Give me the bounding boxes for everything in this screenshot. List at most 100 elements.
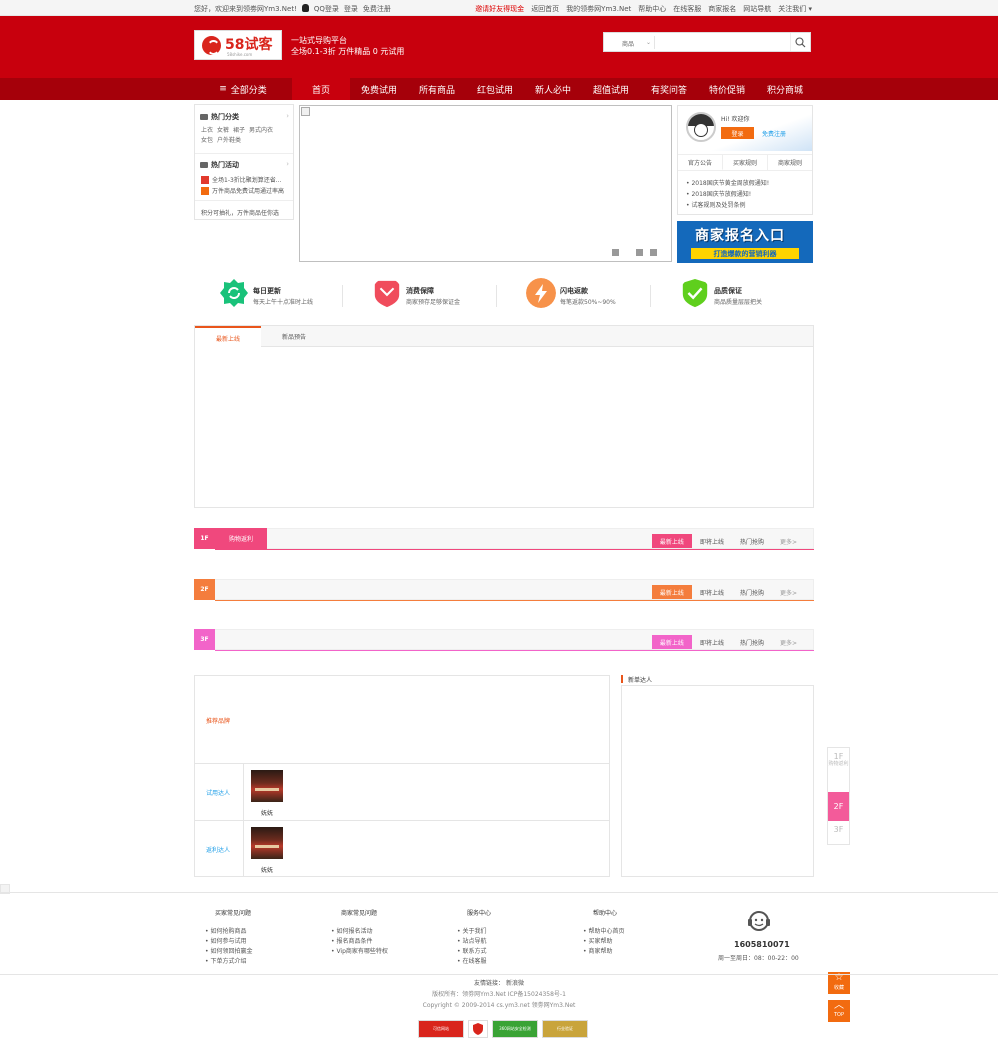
main-banner[interactable]: [299, 105, 672, 262]
industry-verify-badge[interactable]: 行业验证: [542, 1020, 588, 1038]
product-name[interactable]: 妩妩: [251, 865, 283, 874]
merchant-apply-banner[interactable]: 商家报名入口 打造爆款的营销利器: [677, 221, 813, 263]
trusted-site-badge[interactable]: 可信网站: [418, 1020, 464, 1038]
floor-more-link[interactable]: 更多>: [772, 534, 805, 548]
slogan-line-2: 全场0.1-3折 万件精品 0 元试用: [291, 47, 405, 56]
floor-underline: [215, 650, 814, 651]
footer-link[interactable]: 关于我们: [457, 927, 491, 937]
tab-merchant-rules[interactable]: 商家规则: [768, 155, 812, 170]
floor-tab-upcoming[interactable]: 即将上线: [692, 635, 732, 649]
floor-nav-3[interactable]: 3F: [828, 819, 849, 848]
login-link[interactable]: 登录: [344, 4, 358, 14]
invite-friends-link[interactable]: 邀请好友得现金: [475, 4, 524, 14]
activity-item[interactable]: 全场1-3折比聚划算还省...: [201, 175, 282, 184]
floor-nav-2[interactable]: 2F: [828, 792, 849, 821]
tab-preview[interactable]: 新品预告: [261, 326, 327, 347]
footer-link[interactable]: 帮助中心首页: [583, 927, 624, 937]
copyright-text: Copyright © 2009-2014 cs.ym3.net 领劵网Ym3.…: [422, 1002, 576, 1009]
floor-tab-upcoming[interactable]: 即将上线: [692, 585, 732, 599]
nav-item-home[interactable]: 首页: [292, 78, 350, 100]
category-link[interactable]: 男式内衣: [249, 127, 273, 134]
tab-buyer-rules[interactable]: 买家规则: [723, 155, 768, 170]
activity-item[interactable]: 万件商品免费试用通过率高: [201, 186, 284, 195]
register-link[interactable]: 免费注册: [363, 4, 391, 14]
search-button[interactable]: [790, 33, 810, 51]
nav-item-newbie[interactable]: 新人必中: [524, 78, 582, 100]
tab-latest[interactable]: 最新上线: [195, 326, 261, 348]
guard-badge[interactable]: [468, 1020, 488, 1038]
floor-more-link[interactable]: 更多>: [772, 585, 805, 599]
footer-link[interactable]: 商家帮助: [583, 947, 624, 957]
nav-item-quiz[interactable]: 有奖问答: [640, 78, 698, 100]
category-link[interactable]: 女包: [201, 137, 213, 144]
category-link[interactable]: 上衣: [201, 127, 213, 134]
floor-tab-latest[interactable]: 最新上线: [651, 534, 692, 548]
floor-more-link[interactable]: 更多>: [772, 635, 805, 649]
notice-item[interactable]: 试客规则及处罚条例: [686, 200, 769, 211]
footer-link[interactable]: 报名商品条件: [331, 937, 388, 947]
floor-tab-hot[interactable]: 热门抢购: [732, 635, 772, 649]
site-nav-link[interactable]: 网站导航: [743, 4, 771, 14]
floor-tab-latest[interactable]: 最新上线: [651, 635, 692, 649]
shield-badge-icon: [473, 1023, 483, 1035]
category-link[interactable]: 户外鞋类: [217, 137, 241, 144]
footer-link[interactable]: 下单方式介绍: [205, 957, 252, 967]
friend-link[interactable]: 新浪微: [506, 980, 524, 987]
footer-link[interactable]: 如何报名活动: [331, 927, 388, 937]
nav-item-points-mall[interactable]: 积分商城: [756, 78, 814, 100]
category-link[interactable]: 女裤: [217, 127, 229, 134]
floor-tabs: 最新上线 即将上线 热门抢购 更多>: [651, 635, 805, 649]
nav-item-promotion[interactable]: 特价促销: [698, 78, 756, 100]
qq-login-link[interactable]: QQ登录: [314, 4, 339, 14]
footer-link[interactable]: 买家帮助: [583, 937, 624, 947]
all-categories-button[interactable]: ≡ 全部分类: [194, 78, 292, 100]
footer-link[interactable]: 如何参与试用: [205, 937, 252, 947]
product-thumbnail[interactable]: [251, 827, 283, 859]
floor-tabs: 最新上线 即将上线 热门抢购 更多>: [651, 585, 805, 599]
footer-link[interactable]: 站点导航: [457, 937, 491, 947]
tab-official-notice[interactable]: 官方公告: [678, 155, 723, 170]
home-link[interactable]: 返回首页: [531, 4, 559, 14]
register-button[interactable]: 免费注册: [762, 129, 786, 138]
floor-nav-1[interactable]: 1F 购物返利: [828, 752, 849, 781]
banner-dot[interactable]: [612, 249, 619, 256]
row-label[interactable]: 返利达人: [206, 845, 230, 854]
avatar: [686, 112, 716, 142]
security-check-badge[interactable]: 360网站安全检测: [492, 1020, 538, 1038]
product-thumbnail[interactable]: [251, 770, 283, 802]
banner-dot[interactable]: [636, 249, 643, 256]
category-panel: 热门分类 › 上衣 女裤 裙子 男式内衣 女包 户外鞋类 热门活动 › 全场1-3折比聚…: [194, 104, 294, 220]
nav-item-free-trial[interactable]: 免费试用: [350, 78, 408, 100]
floor-tab-hot[interactable]: 热门抢购: [732, 585, 772, 599]
notice-item[interactable]: 2018国庆节放假通知!: [686, 189, 769, 200]
footer-link[interactable]: 如何领回拍赢金: [205, 947, 252, 957]
footer-link[interactable]: 联系方式: [457, 947, 491, 957]
search-input[interactable]: [658, 35, 788, 49]
newbie-list: [621, 685, 814, 877]
footer-column-service: 服务中心 关于我们 站点导航 联系方式 在线客服: [457, 908, 491, 967]
category-link[interactable]: 裙子: [233, 127, 245, 134]
row-label[interactable]: 试用达人: [206, 788, 230, 797]
notice-item[interactable]: 2018国庆节黄金周放假通知!: [686, 178, 769, 189]
floor-tab-hot[interactable]: 热门抢购: [732, 534, 772, 548]
product-name[interactable]: 妩妩: [251, 808, 283, 817]
nav-item-value-trial[interactable]: 超值试用: [582, 78, 640, 100]
footer-link[interactable]: 如何抢购商品: [205, 927, 252, 937]
banner-dot[interactable]: [650, 249, 657, 256]
footer-link[interactable]: Vip商家有哪些特权: [331, 947, 387, 957]
my-account-link[interactable]: 我的领劵网Ym3.Net: [566, 4, 631, 14]
site-logo[interactable]: 58试客 58shike.com: [194, 30, 282, 60]
recommend-brand-label: 推荐品牌: [206, 718, 231, 725]
merchant-apply-link[interactable]: 商家报名: [708, 4, 736, 14]
follow-us-link[interactable]: 关注我们 ▾: [778, 4, 812, 14]
online-service-link[interactable]: 在线客服: [673, 4, 701, 14]
nav-item-all-products[interactable]: 所有商品: [408, 78, 466, 100]
floor-tab-latest[interactable]: 最新上线: [651, 585, 692, 599]
divider: [496, 285, 497, 307]
search-category-select[interactable]: 商品: [622, 39, 634, 48]
floor-tab-upcoming[interactable]: 即将上线: [692, 534, 732, 548]
footer-link[interactable]: 在线客服: [457, 957, 491, 967]
login-button[interactable]: 登录: [721, 127, 754, 139]
nav-item-red-envelope[interactable]: 红包试用: [466, 78, 524, 100]
help-center-link[interactable]: 帮助中心: [638, 4, 666, 14]
